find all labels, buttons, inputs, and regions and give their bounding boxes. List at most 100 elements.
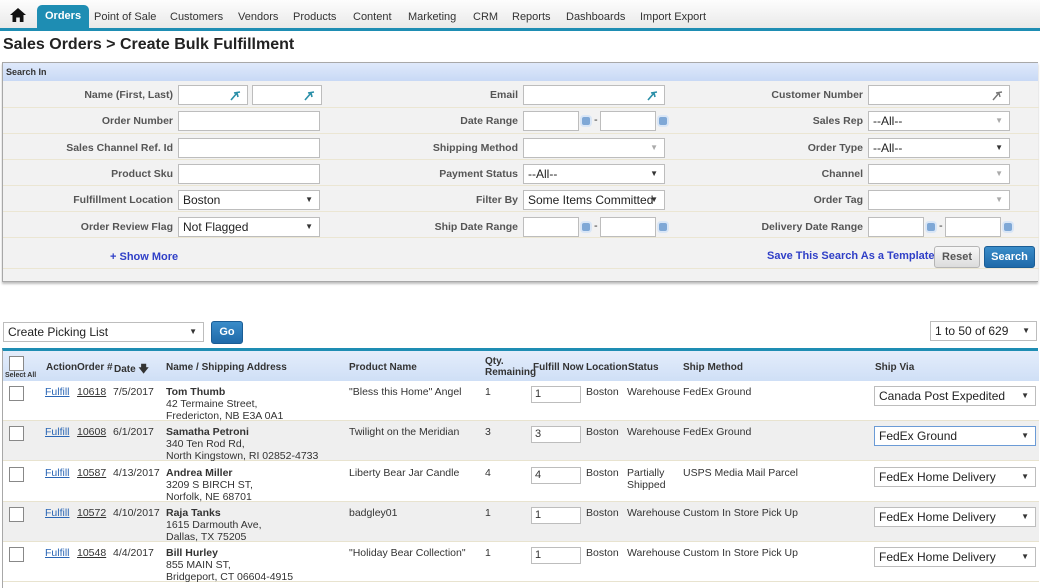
chevron-down-icon: ▼ [995, 169, 1003, 178]
ship-via-select[interactable]: FedEx Ground ▼ [874, 426, 1036, 447]
ship-via-select[interactable]: FedEx Home Delivery ▼ [874, 547, 1036, 568]
order-number-link[interactable]: 10608 [77, 427, 106, 439]
order-number-link[interactable]: 10618 [77, 386, 106, 399]
first-name-input[interactable] [178, 85, 248, 105]
location: Boston [586, 466, 619, 479]
fulfill-now-input[interactable]: 3 [531, 426, 581, 444]
nav-tab-products[interactable]: Products [293, 6, 336, 28]
ship-via-select[interactable]: FedEx Home Delivery ▼ [874, 466, 1036, 487]
order-type-label: Order Type [807, 142, 863, 154]
save-template-link[interactable]: Save This Search As a Template [767, 250, 949, 262]
order-number-input[interactable] [178, 111, 320, 131]
product-sku-input[interactable] [178, 164, 320, 184]
sort-down-arrow-icon: 🡇 [138, 364, 149, 375]
calendar-icon[interactable] [659, 117, 667, 125]
order-type-select[interactable]: --All-- ▼ [868, 138, 1010, 158]
search-row: Order Number Date Range - Sales Rep --Al… [3, 108, 1039, 134]
nav-tab-point-of-sale[interactable]: Point of Sale [94, 6, 156, 28]
email-label: Email [489, 89, 518, 101]
nav-tab-vendors[interactable]: Vendors [238, 6, 278, 28]
nav-tab-dashboards[interactable]: Dashboards [566, 6, 625, 28]
filter-by-label: Filter By [475, 194, 518, 206]
fulfill-link[interactable]: Fulfill [45, 467, 70, 480]
chevron-down-icon: ▼ [995, 195, 1003, 204]
customer-number-input[interactable] [868, 85, 1010, 105]
picker-icon[interactable] [646, 88, 660, 102]
shipping-method-select[interactable]: ▼ [523, 138, 665, 158]
show-more-link[interactable]: + Show More [110, 251, 178, 263]
date-to-input[interactable] [600, 111, 656, 131]
fulfill-link[interactable]: Fulfill [45, 507, 70, 520]
order-number-link[interactable]: 10587 [77, 467, 106, 480]
filter-by-select[interactable]: Some Items Committed ▼ [523, 190, 665, 210]
nav-tab-crm[interactable]: CRM [473, 6, 498, 28]
nav-tab-customers[interactable]: Customers [170, 6, 223, 28]
ship-date-from-input[interactable] [523, 217, 579, 237]
calendar-icon[interactable] [582, 223, 590, 231]
header-date[interactable]: Date 🡇 [114, 362, 149, 379]
ship-via-value: FedEx Ground [879, 429, 958, 444]
row-checkbox[interactable] [9, 547, 24, 563]
calendar-icon[interactable] [659, 223, 667, 231]
picker-icon[interactable] [991, 88, 1005, 102]
go-button[interactable]: Go [211, 321, 243, 344]
row-checkbox[interactable] [9, 426, 24, 442]
channel-select[interactable]: ▼ [868, 164, 1010, 184]
select-all-checkbox[interactable] [9, 356, 24, 371]
fulfill-now-input[interactable]: 1 [531, 386, 581, 403]
sales-channel-ref-label: Sales Channel Ref. Id [66, 142, 173, 154]
order-number-link[interactable]: 10548 [77, 548, 106, 560]
ship-date-to-input[interactable] [600, 217, 656, 237]
ship-method: FedEx Ground [683, 386, 752, 398]
date-from-input[interactable] [523, 111, 579, 131]
order-review-flag-select[interactable]: Not Flagged ▼ [178, 217, 320, 237]
product-name: "Bless this Home" Angel [349, 386, 462, 398]
search-actions-row: + Show More Save This Search As a Templa… [3, 239, 1039, 269]
search-row: Order Review Flag Not Flagged ▼ Ship Dat… [3, 212, 1039, 238]
picker-icon[interactable] [303, 88, 317, 102]
nav-tab-orders[interactable]: Orders [37, 5, 90, 28]
fulfill-link[interactable]: Fulfill [45, 427, 70, 439]
ship-via-select[interactable]: FedEx Home Delivery ▼ [874, 506, 1036, 527]
email-input[interactable] [523, 85, 665, 105]
order-number-link[interactable]: 10572 [77, 507, 106, 520]
ship-via-select[interactable]: Canada Post Expedited ▼ [874, 386, 1036, 406]
row-checkbox[interactable] [9, 506, 24, 522]
ship-method: FedEx Ground [683, 426, 752, 439]
nav-tab-marketing[interactable]: Marketing [408, 6, 456, 28]
reset-button[interactable]: Reset [934, 246, 980, 268]
chevron-down-icon: ▼ [1021, 471, 1029, 481]
search-button[interactable]: Search [984, 246, 1035, 268]
row-checkbox[interactable] [9, 466, 24, 482]
calendar-icon[interactable] [927, 223, 935, 231]
picker-icon[interactable] [229, 88, 243, 102]
nav-tab-reports[interactable]: Reports [512, 6, 551, 28]
order-tag-label: Order Tag [813, 194, 863, 206]
delivery-date-to-input[interactable] [945, 217, 1001, 237]
calendar-icon[interactable] [582, 117, 590, 125]
payment-status-select[interactable]: --All-- ▼ [523, 164, 665, 184]
nav-tab-import-export[interactable]: Import Export [640, 6, 706, 28]
calendar-icon[interactable] [1004, 223, 1012, 231]
fulfill-link[interactable]: Fulfill [45, 548, 70, 560]
sales-channel-ref-input[interactable] [178, 138, 320, 158]
fulfill-link[interactable]: Fulfill [45, 386, 70, 399]
sales-rep-select[interactable]: --All-- ▼ [868, 111, 1010, 131]
fulfillment-location-select[interactable]: Boston ▼ [178, 190, 320, 210]
pagination-select[interactable]: 1 to 50 of 629 ▼ [930, 321, 1037, 341]
fulfill-now-input[interactable]: 4 [531, 466, 581, 484]
row-checkbox[interactable] [9, 386, 24, 401]
delivery-date-from-input[interactable] [868, 217, 924, 237]
chevron-down-icon: ▼ [189, 327, 197, 336]
bulk-action-select[interactable]: Create Picking List ▼ [3, 322, 204, 342]
search-row: Product Sku Payment Status --All-- ▼ Cha… [3, 160, 1039, 186]
ship-via-value: FedEx Home Delivery [879, 469, 996, 484]
header-order[interactable]: Order # [77, 362, 113, 373]
nav-tab-content[interactable]: Content [353, 6, 392, 28]
header-ship-method: Ship Method [683, 362, 743, 373]
last-name-input[interactable] [252, 85, 322, 105]
order-tag-select[interactable]: ▼ [868, 190, 1010, 210]
fulfill-now-input[interactable]: 1 [531, 547, 581, 565]
fulfill-now-input[interactable]: 1 [531, 506, 581, 524]
home-icon[interactable] [10, 8, 26, 22]
